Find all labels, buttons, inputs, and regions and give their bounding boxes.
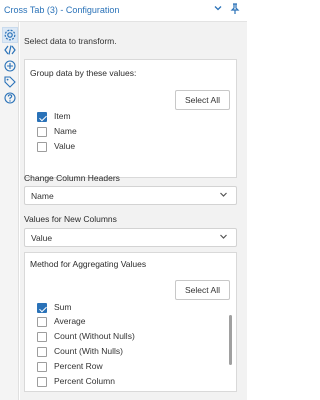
checkbox-checked[interactable] — [37, 303, 47, 313]
window-title: Cross Tab (3) - Configuration — [4, 5, 120, 15]
group-by-title: Group data by these values: — [30, 68, 137, 78]
checkbox-label: Percent Row — [54, 361, 103, 371]
checkbox-unchecked[interactable] — [37, 347, 47, 357]
title-bar: Cross Tab (3) - Configuration — [0, 0, 247, 22]
group-by-card: Group data by these values: Select All I… — [24, 59, 237, 178]
intro-text: Select data to transform. — [24, 36, 117, 46]
checkbox-label: Count (Without Nulls) — [54, 331, 135, 341]
chevron-down-icon — [219, 232, 228, 243]
aggregation-method-card: Method for Aggregating Values Select All… — [24, 252, 237, 392]
select-value: Name — [31, 191, 54, 201]
checkbox-label: Item — [54, 111, 71, 121]
tag-icon[interactable] — [3, 75, 17, 89]
code-icon[interactable] — [3, 43, 17, 57]
checkbox-label: Percent Column — [54, 376, 115, 386]
side-rail — [0, 22, 19, 400]
new-columns-values-select[interactable]: Value — [24, 228, 237, 247]
help-icon[interactable] — [3, 91, 17, 105]
group-select-all-button[interactable]: Select All — [175, 90, 230, 110]
checkbox-label: Value — [54, 141, 76, 151]
configuration-panel: Select data to transform. Group data by … — [20, 22, 247, 400]
checkbox-unchecked[interactable] — [37, 317, 47, 327]
gear-icon[interactable] — [2, 27, 18, 43]
checkbox-label: Sum — [54, 302, 72, 312]
checkbox-unchecked[interactable] — [37, 332, 47, 342]
column-headers-select[interactable]: Name — [24, 186, 237, 205]
checkbox-unchecked[interactable] — [37, 377, 47, 387]
aggregation-method-title: Method for Aggregating Values — [30, 259, 147, 269]
select-value: Value — [31, 233, 53, 243]
method-select-all-button[interactable]: Select All — [175, 280, 230, 300]
checkbox-unchecked[interactable] — [37, 142, 47, 152]
pin-icon[interactable] — [228, 3, 242, 17]
plugin-icon[interactable] — [3, 59, 17, 73]
chevron-down-icon — [219, 190, 228, 201]
checkbox-label: Count (With Nulls) — [54, 346, 123, 356]
checkbox-unchecked[interactable] — [37, 127, 47, 137]
checkbox-checked[interactable] — [37, 112, 47, 122]
checkbox-unchecked[interactable] — [37, 362, 47, 372]
list-scrollbar[interactable] — [229, 315, 232, 365]
checkbox-label: Name — [54, 126, 77, 136]
column-headers-label: Change Column Headers — [24, 173, 120, 183]
chevron-down-icon[interactable] — [211, 3, 225, 17]
new-columns-values-label: Values for New Columns — [24, 214, 117, 224]
checkbox-label: Average — [54, 316, 86, 326]
